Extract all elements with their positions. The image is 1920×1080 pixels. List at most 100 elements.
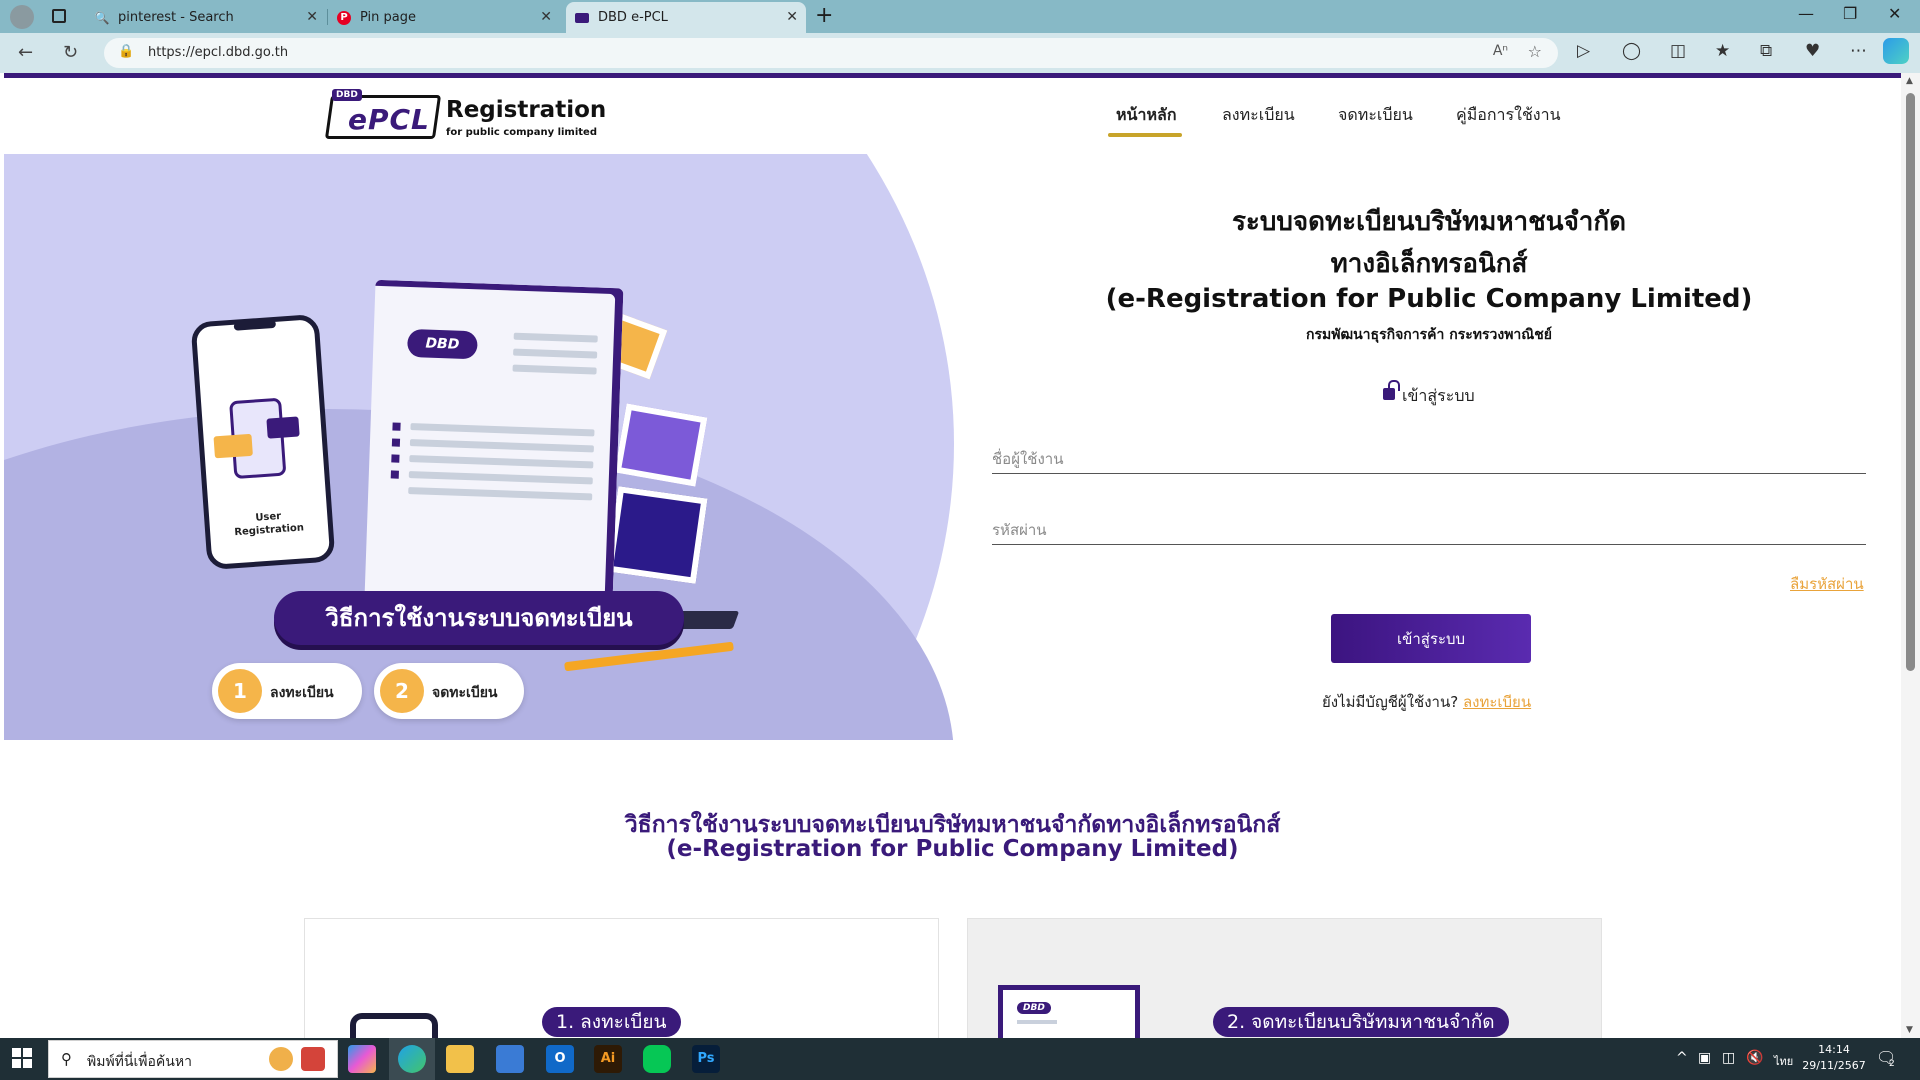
- new-tab-button[interactable]: +: [815, 3, 833, 28]
- show-hidden-icons-chevron[interactable]: ^: [1676, 1050, 1688, 1066]
- restore-button[interactable]: ❐: [1843, 4, 1857, 23]
- volume-muted-icon[interactable]: 🔇: [1746, 1050, 1763, 1066]
- login-heading: เข้าสู่ระบบ: [1402, 386, 1475, 405]
- doc-line: [409, 439, 594, 453]
- guide-card-register-label: 1. ลงทะเบียน: [542, 1007, 681, 1037]
- login-button[interactable]: เข้าสู่ระบบ: [1331, 614, 1531, 663]
- guide-title-line2: (e-Registration for Public Company Limit…: [666, 836, 1239, 862]
- tab-pinterest-search[interactable]: 🔍 pinterest - Search ✕: [86, 2, 326, 33]
- tab-dbd-epcl[interactable]: DBD e-PCL ✕: [566, 2, 806, 33]
- copilot-app-icon[interactable]: [348, 1045, 376, 1073]
- logo-title: Registration: [446, 97, 607, 123]
- collections-icon[interactable]: ⧉: [1760, 41, 1772, 61]
- lock-open-icon: [1383, 388, 1395, 400]
- start-logo-tile: [12, 1059, 21, 1068]
- phone-chat-card: [266, 416, 300, 439]
- doc-bullet: [391, 438, 401, 447]
- close-window-button[interactable]: ✕: [1888, 4, 1901, 23]
- minimize-button[interactable]: —: [1798, 4, 1814, 23]
- username-input[interactable]: [992, 444, 1866, 474]
- phone-notch: [233, 319, 277, 331]
- phone-label: User Registration: [234, 510, 305, 539]
- step-label: ลงทะเบียน: [270, 685, 334, 701]
- doc-line: [513, 332, 598, 343]
- favorite-star-icon[interactable]: ☆: [1528, 42, 1542, 61]
- doc-line: [512, 364, 597, 375]
- page-scrollbar[interactable]: ▲ ▼: [1901, 73, 1920, 1038]
- hero-carousel[interactable]: DBD User Registration วิธีการใช้งานระบบจ…: [4, 154, 956, 740]
- gift-icon[interactable]: [301, 1047, 325, 1071]
- start-logo-tile: [12, 1048, 21, 1057]
- scroll-down-arrow[interactable]: ▼: [1906, 1025, 1913, 1035]
- taskbar-clock[interactable]: 14:14 29/11/2567: [1802, 1042, 1866, 1074]
- web-page: DBD ePCL Registration for public company…: [4, 73, 1901, 1038]
- doc-bullet: [390, 470, 399, 479]
- logo-brand: ePCL: [348, 103, 430, 136]
- clock-time: 14:14: [1818, 1043, 1850, 1056]
- step-number: 2: [380, 669, 424, 713]
- network-icon[interactable]: ◫: [1722, 1050, 1735, 1066]
- windows-start-button[interactable]: [12, 1048, 32, 1068]
- close-tab-icon[interactable]: ✕: [786, 9, 798, 25]
- split-screen-icon[interactable]: ◫: [1670, 41, 1686, 61]
- nav-registration[interactable]: จดทะเบียน: [1338, 103, 1413, 128]
- doc-bullet: [392, 422, 401, 431]
- back-button[interactable]: ←: [18, 42, 33, 63]
- url-text[interactable]: https://epcl.dbd.go.th: [148, 45, 288, 60]
- play-icon[interactable]: ▷: [1577, 41, 1590, 61]
- nav-manual[interactable]: คู่มือการใช้งาน: [1456, 103, 1561, 128]
- start-logo-tile: [23, 1059, 32, 1068]
- copilot-icon[interactable]: [1883, 38, 1909, 64]
- refresh-button[interactable]: ↻: [63, 42, 78, 63]
- tab-pin-page[interactable]: P Pin page ✕: [328, 2, 560, 33]
- search-highlight-icon[interactable]: [269, 1047, 293, 1071]
- phone-id-card: [213, 433, 253, 459]
- site-logo[interactable]: DBD ePCL Registration for public company…: [324, 89, 606, 145]
- top-accent-line: [4, 73, 1901, 78]
- read-aloud-icon[interactable]: Aⁿ: [1493, 43, 1508, 59]
- favorites-icon[interactable]: ★: [1715, 41, 1730, 61]
- scroll-up-arrow[interactable]: ▲: [1906, 76, 1913, 86]
- line-app-icon[interactable]: [643, 1045, 671, 1073]
- meet-now-icon[interactable]: ▣: [1698, 1050, 1711, 1066]
- forgot-password-link[interactable]: ลืมรหัสผ่าน: [1790, 572, 1864, 596]
- pinterest-icon: P: [336, 10, 352, 26]
- phone-illustration: [350, 1013, 438, 1038]
- system-title-line1: ระบบจดทะเบียนบริษัทมหาชนจำกัด: [1231, 207, 1627, 237]
- nav-register[interactable]: ลงทะเบียน: [1222, 103, 1295, 128]
- photoshop-icon[interactable]: Ps: [692, 1045, 720, 1073]
- nav-home[interactable]: หน้าหลัก: [1116, 103, 1177, 128]
- close-tab-icon[interactable]: ✕: [306, 9, 318, 25]
- browser-tab-strip: 🔍 pinterest - Search ✕ P Pin page ✕ DBD …: [0, 0, 1920, 33]
- register-link[interactable]: ลงทะเบียน: [1463, 693, 1531, 711]
- microsoft-store-icon[interactable]: [496, 1045, 524, 1073]
- browser-toolbar: ← ↻ 🔒 https://epcl.dbd.go.th Aⁿ ☆ ▷ ◯ ◫ …: [0, 33, 1920, 73]
- close-tab-icon[interactable]: ✕: [540, 9, 552, 25]
- tab-title: Pin page: [360, 10, 417, 25]
- step-label: จดทะเบียน: [432, 685, 498, 701]
- file-explorer-icon[interactable]: [446, 1045, 474, 1073]
- doc-line: [513, 348, 598, 359]
- taskbar-search-placeholder: พิมพ์ที่นี่เพื่อค้นหา: [87, 1054, 192, 1070]
- address-bar[interactable]: 🔒 https://epcl.dbd.go.th Aⁿ ☆: [104, 38, 1558, 68]
- hero-title: วิธีการใช้งานระบบจดทะเบียน: [274, 591, 684, 645]
- document-illustration: DBD: [364, 279, 624, 607]
- password-input[interactable]: [992, 515, 1866, 545]
- start-logo-tile: [23, 1048, 32, 1057]
- lock-icon[interactable]: 🔒: [118, 44, 134, 59]
- dbd-favicon: [574, 10, 590, 26]
- tile-violet: [614, 403, 708, 487]
- screen: 🔍 pinterest - Search ✕ P Pin page ✕ DBD …: [0, 0, 1920, 1080]
- more-menu-icon[interactable]: ⋯: [1850, 41, 1867, 61]
- tab-actions-icon[interactable]: [52, 9, 66, 23]
- illustrator-icon[interactable]: Ai: [594, 1045, 622, 1073]
- input-language-indicator[interactable]: ไทย: [1774, 1052, 1793, 1070]
- extensions-icon[interactable]: ◯: [1622, 41, 1641, 61]
- doc-line: [408, 471, 593, 485]
- taskbar-search-box[interactable]: ⚲ พิมพ์ที่นี่เพื่อค้นหา: [48, 1040, 338, 1078]
- scroll-thumb[interactable]: [1906, 93, 1915, 671]
- edge-app-icon[interactable]: [398, 1045, 426, 1073]
- browser-essentials-icon[interactable]: ♥: [1805, 41, 1820, 61]
- outlook-icon[interactable]: O: [546, 1045, 574, 1073]
- profile-avatar[interactable]: [10, 5, 34, 29]
